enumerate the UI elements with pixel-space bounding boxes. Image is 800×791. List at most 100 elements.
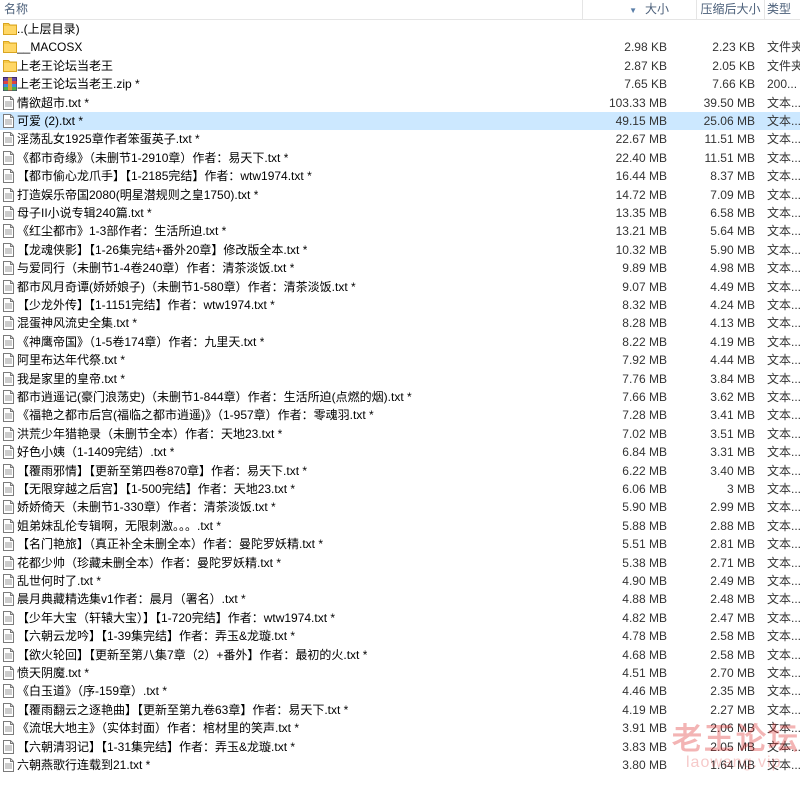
file-row[interactable]: 淫荡乱女1925章作者笨蛋英子.txt * 22.67 MB 11.51 MB 文本.… — [0, 130, 800, 148]
file-compressed-size: 6.58 MB — [710, 206, 755, 220]
file-row[interactable]: 《白玉道》（序-159章）.txt * 4.46 MB 2.35 MB 文本... — [0, 682, 800, 700]
file-type: 文本... — [767, 482, 800, 496]
file-compressed-size: 4.13 MB — [710, 316, 755, 331]
file-size: 4.51 MB — [622, 666, 667, 680]
file-name: 打造娱乐帝国2080(明星潜规则之皇1750).txt * — [17, 187, 259, 202]
file-row[interactable]: 【无限穿越之后宫】【1-500完结】作者：天地23.txt * 6.06 MB 3 … — [0, 480, 800, 498]
file-row[interactable]: 可爱 (2).txt * 49.15 MB 25.06 MB 文本... — [0, 112, 800, 131]
file-type: 文本... — [767, 592, 800, 607]
file-name: 上老王论坛当老王 — [17, 58, 114, 73]
file-row[interactable]: 母子II小说专辑240篇.txt * 13.35 MB 6.58 MB 文本... — [0, 204, 800, 222]
file-size: 4.90 MB — [622, 574, 667, 588]
text-file-icon — [3, 95, 15, 110]
text-file-icon — [3, 371, 15, 386]
file-name: 阿里布达年代祭.txt * — [17, 353, 126, 368]
file-row[interactable]: 六朝燕歌行连载到21.txt * 3.80 MB 1.64 MB 文本... — [0, 756, 800, 774]
file-type: 文本... — [767, 242, 800, 257]
file-name: 姐弟妹乱伦专辑啊，无限刺激。。。.txt * — [17, 518, 222, 533]
file-compressed-size: 8.37 MB — [710, 169, 755, 184]
file-row[interactable]: 乱世何时了.txt * 4.90 MB 2.49 MB 文本... — [0, 572, 800, 590]
file-type: 200... — [767, 77, 798, 92]
file-row[interactable]: 娇娇倚天（未删节1-330章）作者：清茶淡饭.txt * 5.90 MB 2.99 … — [0, 498, 800, 516]
column-header-size[interactable]: ▼ 大小 — [583, 0, 695, 19]
file-type: 文本... — [767, 187, 800, 202]
file-row[interactable]: 上老王论坛当老王.zip * 7.65 KB 7.66 KB 200... — [0, 75, 800, 93]
file-compressed-size: 5.64 MB — [710, 224, 755, 239]
file-type: 文本... — [767, 500, 800, 515]
file-row[interactable]: 洪荒少年猎艳录（未删节全本）作者：天地23.txt * 7.02 MB 3.51 M… — [0, 425, 800, 443]
file-row[interactable]: 【龙魂侠影】【1-26集完结+番外20章】修改版全本.txt * 10.32 MB… — [0, 241, 800, 259]
column-header-compressed[interactable]: 压缩后大小 — [697, 0, 764, 19]
file-row[interactable]: 【覆雨翻云之逐艳曲】【更新至第九卷63章】作者：易天下.txt * 4.19 MB… — [0, 701, 800, 719]
text-file-icon — [3, 261, 15, 276]
file-compressed-size: 2.05 MB — [710, 739, 755, 754]
file-row[interactable]: 《福艳之都市后宫(福临之都市逍遥)》（1-957章）作者：零魂羽.txt * 7.… — [0, 406, 800, 424]
file-row[interactable]: 【少年大宝（轩辕大宝）】【1-720完结】作者：wtw1974.txt * 4.8… — [0, 609, 800, 627]
file-size: 5.51 MB — [622, 537, 667, 552]
file-row[interactable]: 好色小姨（1-1409完结）.txt * 6.84 MB 3.31 MB 文本... — [0, 443, 800, 461]
file-row[interactable]: ..(上层目录) — [0, 20, 800, 38]
file-row[interactable]: __MACOSX 2.98 KB 2.23 KB 文件夹 — [0, 38, 800, 56]
file-row[interactable]: 【少龙外传】【1-1151完结】作者：wtw1974.txt * 8.32 MB 4… — [0, 296, 800, 314]
file-size: 3.80 MB — [622, 758, 667, 772]
text-file-icon — [3, 169, 15, 184]
text-file-icon — [3, 518, 15, 533]
file-row[interactable]: 晨月典藏精选集v1作者：晨月（署名）.txt * 4.88 MB 2.48 MB 文本… — [0, 590, 800, 608]
file-row[interactable]: 花都少帅（珍藏未删全本）作者：曼陀罗妖精.txt * 5.38 MB 2.71 MB… — [0, 554, 800, 572]
file-row[interactable]: 【都市偷心龙爪手】【1-2185完结】作者：wtw1974.txt * 16.44… — [0, 167, 800, 185]
sort-descending-icon: ▼ — [629, 6, 637, 15]
file-row[interactable]: 阿里布达年代祭.txt * 7.92 MB 4.44 MB 文本... — [0, 351, 800, 369]
file-row[interactable]: 【名门艳旅】（真正补全未删全本）作者：曼陀罗妖精.txt * 5.51 MB 2.8… — [0, 535, 800, 553]
file-name: 娇娇倚天（未删节1-330章）作者：清茶淡饭.txt * — [17, 500, 276, 515]
file-type: 文本... — [767, 279, 800, 294]
file-row[interactable]: 《红尘都市》1-3部作者：生活所迫.txt * 13.21 MB 5.64 MB 文本… — [0, 222, 800, 240]
text-file-icon — [3, 353, 15, 368]
file-type: 文本... — [767, 316, 800, 331]
file-row[interactable]: 姐弟妹乱伦专辑啊，无限刺激。。。.txt * 5.88 MB 2.88 MB 文本..… — [0, 517, 800, 535]
text-file-icon — [3, 408, 15, 423]
file-row[interactable]: 【六朝清羽记】【1-31集完结】作者：弄玉&龙璇.txt * 3.83 MB 2.0… — [0, 738, 800, 756]
file-size: 13.35 MB — [615, 206, 667, 220]
text-file-icon — [3, 187, 15, 202]
file-row[interactable]: 《流氓大地主》（实体封面）作者：棺材里的笑声.txt * 3.91 MB 2.06 … — [0, 719, 800, 737]
file-size: 5.90 MB — [622, 500, 667, 515]
file-row[interactable]: 愤天阴魔.txt * 4.51 MB 2.70 MB 文本... — [0, 664, 800, 682]
column-header-type[interactable]: 类型 — [767, 0, 791, 19]
file-compressed-size: 3.84 MB — [710, 371, 755, 386]
file-row[interactable]: 【欲火轮回】【更新至第八集7章（2）+番外】作者：最初的火.txt * 4.68 … — [0, 646, 800, 664]
folder-icon — [3, 40, 17, 54]
file-compressed-size: 3.41 MB — [710, 408, 755, 423]
file-size: 103.33 MB — [608, 95, 667, 110]
file-size: 16.44 MB — [615, 169, 667, 184]
file-compressed-size: 4.44 MB — [710, 353, 755, 368]
file-row[interactable]: 《神鹰帝国》（1-5卷174章）作者：九里天.txt * 8.22 MB 4.19 … — [0, 333, 800, 351]
file-row[interactable]: 上老王论坛当老王 2.87 KB 2.05 KB 文件夹 — [0, 57, 800, 75]
file-size: 8.22 MB — [622, 334, 667, 349]
file-name: 【名门艳旅】（真正补全未删全本）作者：曼陀罗妖精.txt * — [17, 537, 324, 552]
text-file-icon — [3, 721, 15, 736]
file-row[interactable]: 我是家里的皇帝.txt * 7.76 MB 3.84 MB 文本... — [0, 370, 800, 388]
file-name: 乱世何时了.txt * — [17, 574, 102, 588]
file-name: 花都少帅（珍藏未删全本）作者：曼陀罗妖精.txt * — [17, 555, 282, 570]
file-name: 好色小姨（1-1409完结）.txt * — [17, 445, 175, 460]
file-size: 7.65 KB — [624, 77, 667, 92]
file-row[interactable]: 《都市奇缘》（未删节1-2910章）作者：易天下.txt * 22.40 MB 11… — [0, 149, 800, 167]
text-file-icon — [3, 334, 15, 349]
file-type: 文本... — [767, 206, 800, 220]
file-type: 文本... — [767, 445, 800, 460]
file-row[interactable]: 都市逍遥记(豪门浪荡史)（未删节1-844章）作者：生活所迫(点燃的烟).txt… — [0, 388, 800, 406]
file-row[interactable]: 都市风月奇谭(娇娇娘子)（未删节1-580章）作者：清茶淡饭.txt * 9.07… — [0, 278, 800, 296]
file-row[interactable]: 混蛋神风流史全集.txt * 8.28 MB 4.13 MB 文本... — [0, 314, 800, 332]
column-divider[interactable] — [764, 0, 765, 19]
file-row[interactable]: 【覆雨邪情】【更新至第四卷870章】作者：易天下.txt * 6.22 MB 3.4… — [0, 462, 800, 480]
text-file-icon — [3, 445, 15, 460]
file-compressed-size: 3 MB — [726, 482, 755, 496]
file-size: 6.06 MB — [622, 482, 667, 496]
file-row[interactable]: 打造娱乐帝国2080(明星潜规则之皇1750).txt * 14.72 MB 7.0… — [0, 186, 800, 204]
file-row[interactable]: 与爱同行（未删节1-4卷240章）作者：清茶淡饭.txt * 9.89 MB 4.9… — [0, 259, 800, 277]
file-name: 都市逍遥记(豪门浪荡史)（未删节1-844章）作者：生活所迫(点燃的烟).txt… — [17, 390, 412, 404]
file-row[interactable]: 【六朝云龙吟】【1-39集完结】作者：弄玉&龙璇.txt * 4.78 MB 2.5… — [0, 627, 800, 645]
file-compressed-size: 4.49 MB — [710, 279, 755, 294]
file-row[interactable]: 情欲超市.txt * 103.33 MB 39.50 MB 文本... — [0, 94, 800, 112]
column-header-name[interactable]: 名称 — [4, 0, 28, 19]
